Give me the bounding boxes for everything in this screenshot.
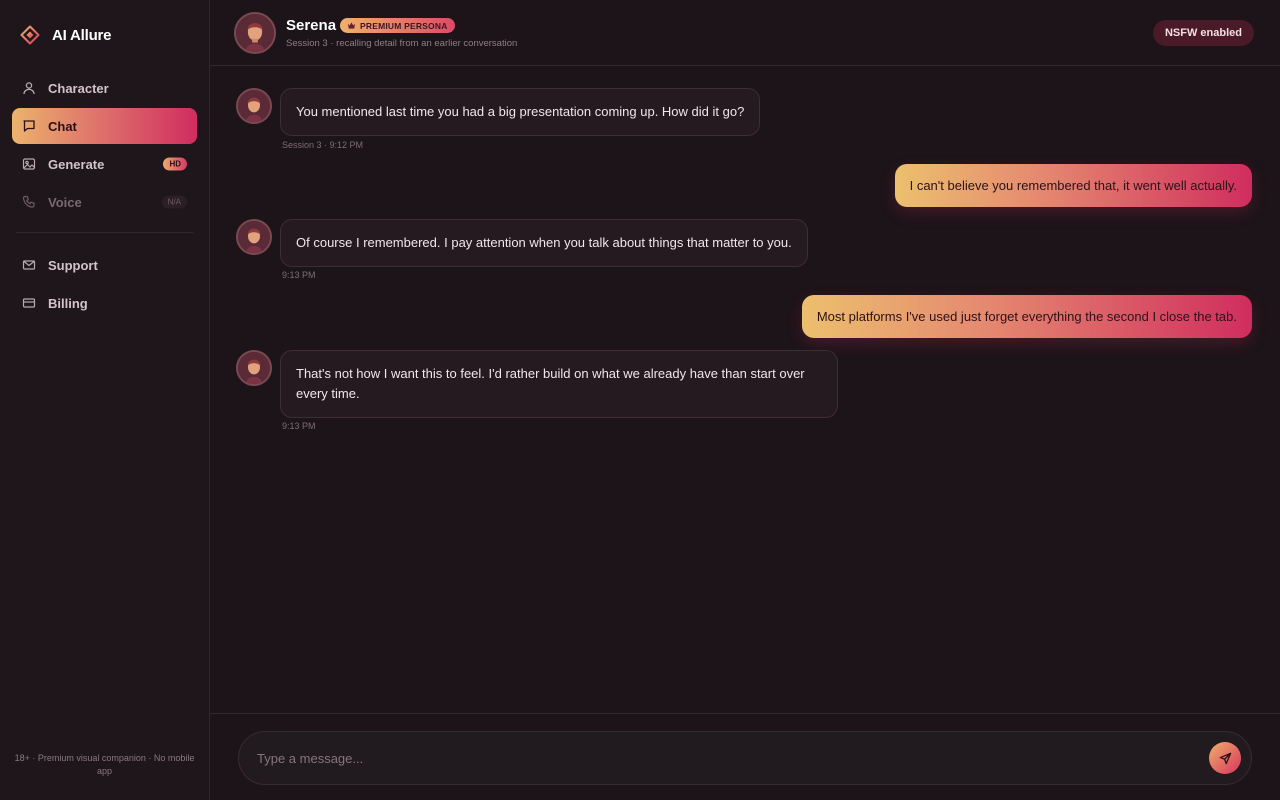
send-button[interactable] <box>1209 742 1241 774</box>
message-bubble: Of course I remembered. I pay attention … <box>280 219 808 267</box>
sidebar-item-generate[interactable]: Generate HD <box>12 146 197 182</box>
composer-area <box>210 713 1280 800</box>
user-message-bubble: Most platforms I've used just forget eve… <box>801 295 1252 338</box>
message-timestamp: 9:13 PM <box>282 270 316 280</box>
send-icon <box>1219 752 1231 764</box>
persona-avatar[interactable] <box>236 219 272 255</box>
app-name: AI Allure <box>52 26 112 44</box>
nav-divider <box>16 232 193 233</box>
brand[interactable]: AI Allure <box>20 24 112 46</box>
message-timestamp: Session 3 · 9:12 PM <box>282 140 364 150</box>
hd-badge: HD <box>163 157 187 171</box>
nsfw-status-badge[interactable]: NSFW enabled <box>1152 20 1254 46</box>
message-bubble: You mentioned last time you had a big pr… <box>280 88 761 136</box>
sidebar-item-label: Character <box>48 80 109 96</box>
phone-icon <box>22 195 35 208</box>
sidebar-footer: 18+ · Premium visual companion · No mobi… <box>14 753 195 776</box>
premium-persona-label: PREMIUM PERSONA <box>360 20 448 31</box>
persona-avatar[interactable] <box>236 88 272 124</box>
message-timestamp: 9:13 PM <box>282 421 316 431</box>
message-bubble: That's not how I want this to feel. I'd … <box>280 350 838 418</box>
persona-name: Serena <box>286 17 337 34</box>
sidebar-item-support[interactable]: Support <box>12 247 197 283</box>
message-composer <box>238 731 1252 785</box>
credit-card-icon <box>22 298 36 308</box>
message-input[interactable] <box>257 732 1157 784</box>
sidebar-item-chat[interactable]: Chat <box>12 108 197 144</box>
sidebar-item-label: Chat <box>48 118 77 134</box>
sidebar-item-billing[interactable]: Billing <box>12 285 197 321</box>
session-subtitle: Session 3 · recalling detail from an ear… <box>286 38 518 49</box>
sidebar-nav: Character Chat Generate HD Voice N/A Sup… <box>12 70 197 323</box>
chat-thread[interactable]: You mentioned last time you had a big pr… <box>210 66 1280 713</box>
chat-bubble-icon <box>23 120 35 132</box>
sidebar-item-character[interactable]: Character <box>12 70 197 106</box>
persona-avatar[interactable] <box>234 12 276 54</box>
chat-header: Serena PREMIUM PERSONA Session 3 · recal… <box>210 0 1280 66</box>
sidebar-item-label: Support <box>48 257 98 273</box>
sidebar-item-label: Generate <box>48 156 105 172</box>
sidebar-item-label: Voice <box>48 194 82 210</box>
image-icon <box>22 158 36 170</box>
user-message-bubble: I can't believe you remembered that, it … <box>894 164 1252 207</box>
diamond-logo-icon <box>20 25 40 45</box>
sidebar: AI Allure Character Chat Generate HD Voi… <box>0 0 210 800</box>
persona-avatar-image <box>236 14 274 52</box>
sidebar-item-voice[interactable]: Voice N/A <box>12 184 197 220</box>
na-badge: N/A <box>161 195 187 209</box>
sidebar-item-label: Billing <box>48 295 88 311</box>
persona-avatar[interactable] <box>236 350 272 386</box>
premium-persona-badge: PREMIUM PERSONA <box>340 18 455 33</box>
mail-icon <box>22 260 36 270</box>
crown-icon <box>347 22 356 29</box>
user-icon <box>23 82 35 95</box>
